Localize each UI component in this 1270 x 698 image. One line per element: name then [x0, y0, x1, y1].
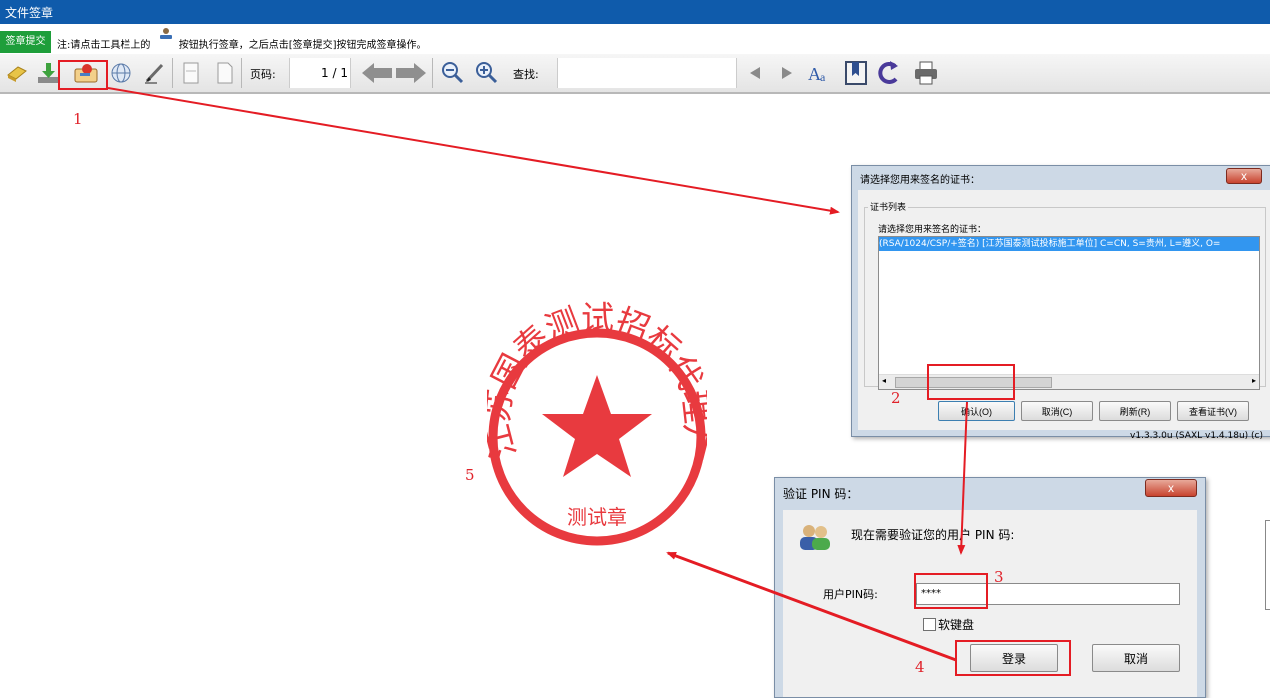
highlight-pin-input — [914, 573, 988, 609]
cert-refresh-button[interactable]: 刷新(R) — [1099, 401, 1171, 421]
stamp-icon — [160, 28, 172, 39]
step-1-label: 1 — [73, 110, 83, 128]
window-title: 文件签章 — [5, 6, 54, 20]
scroll-right-icon[interactable]: ▸ — [1252, 376, 1256, 385]
pin-dialog-close-button[interactable]: x — [1145, 479, 1197, 497]
stamp-submit-button[interactable]: 签章提交 — [0, 31, 51, 53]
cert-group-title: 证书列表 — [868, 200, 909, 213]
svg-text:a: a — [820, 70, 826, 84]
bookmark-icon[interactable] — [842, 59, 870, 87]
red-seal: 江苏国泰测试招标代理厂 测试章 — [487, 298, 707, 546]
notice-text: 注:请点击工具栏上的 按钮执行签章，之后点击[签章提交]按钮完成签章操作。 — [57, 36, 427, 51]
toolbar-separator — [172, 58, 173, 88]
next-page-arrow-icon[interactable] — [394, 59, 428, 87]
print-icon[interactable] — [912, 59, 940, 87]
step-3-label: 3 — [994, 568, 1004, 586]
pin-dialog-title: 验证 PIN 码： — [783, 487, 859, 501]
page-number-field[interactable]: 1 / 1 — [289, 58, 351, 88]
page-icon[interactable] — [177, 59, 205, 87]
triangle-left-icon[interactable] — [742, 59, 770, 87]
cert-dialog-body: 证书列表 请选择您用来签名的证书： (RSA/1024/CSP/+签名) [江苏… — [858, 190, 1270, 441]
cert-dialog-close-button[interactable]: x — [1226, 168, 1262, 184]
cert-version: v1.3.3.0u (SAXL v1.4.18u) (c) — [1130, 431, 1263, 441]
step-5-label: 5 — [465, 466, 475, 484]
users-icon — [800, 525, 830, 550]
triangle-right-icon[interactable] — [772, 59, 800, 87]
toolbar-separator — [241, 58, 242, 88]
highlight-login-button — [955, 640, 1071, 676]
window-title-bar: 文件签章 — [0, 0, 1270, 24]
step-4-label: 4 — [915, 658, 925, 676]
search-input[interactable] — [557, 58, 737, 88]
cert-view-button[interactable]: 查看证书(V) — [1177, 401, 1249, 421]
cert-dialog: 请选择您用来签名的证书： x 证书列表 请选择您用来签名的证书： (RSA/10… — [851, 165, 1270, 441]
cert-cancel-button[interactable]: 取消(C) — [1021, 401, 1093, 421]
pin-cancel-button[interactable]: 取消 — [1092, 644, 1180, 672]
seal-bottom-text: 测试章 — [567, 505, 627, 529]
blank-page-icon[interactable] — [211, 59, 239, 87]
cert-dialog-title: 请选择您用来签名的证书： — [860, 175, 980, 186]
pin-message: 现在需要验证您的用户 PIN 码: — [851, 528, 1015, 542]
rotate-icon[interactable] — [876, 59, 904, 87]
zoom-out-icon[interactable] — [438, 59, 466, 87]
partial-window-edge — [1265, 520, 1270, 610]
cert-list-item[interactable]: (RSA/1024/CSP/+签名) [江苏国泰测试投标施工单位] C=CN, … — [879, 237, 1259, 251]
toolbar-separator — [432, 58, 433, 88]
pin-label: 用户PIN码: — [823, 588, 878, 601]
notice-text-after: 按钮执行签章，之后点击[签章提交]按钮完成签章操作。 — [178, 40, 427, 51]
globe-icon[interactable] — [107, 59, 135, 87]
soft-keyboard-label: 软键盘 — [938, 618, 975, 632]
highlight-confirm-button — [927, 364, 1015, 400]
toolbar: 页码: 1 / 1 查找: Aa — [0, 54, 1270, 94]
highlight-sign-icon — [58, 60, 108, 90]
pen-icon[interactable] — [141, 59, 169, 87]
eraser-icon[interactable] — [4, 59, 32, 87]
arrow-1-to-2 — [107, 87, 840, 215]
cert-confirm-button[interactable]: 确认(O) — [938, 401, 1015, 421]
notice-bar: 签章提交 注:请点击工具栏上的 按钮执行签章，之后点击[签章提交]按钮完成签章操… — [0, 24, 1270, 54]
soft-keyboard-checkbox[interactable] — [923, 618, 936, 631]
scroll-left-icon[interactable]: ◂ — [882, 376, 886, 385]
cert-prompt: 请选择您用来签名的证书： — [878, 225, 987, 235]
seal-star — [542, 375, 652, 477]
search-label: 查找: — [513, 68, 539, 81]
prev-page-arrow-icon[interactable] — [360, 59, 394, 87]
page-label: 页码: — [250, 68, 276, 81]
notice-text-before: 注:请点击工具栏上的 — [57, 40, 151, 51]
font-icon[interactable]: Aa — [806, 59, 834, 87]
step-2-label: 2 — [891, 389, 901, 407]
zoom-in-icon[interactable] — [472, 59, 500, 87]
